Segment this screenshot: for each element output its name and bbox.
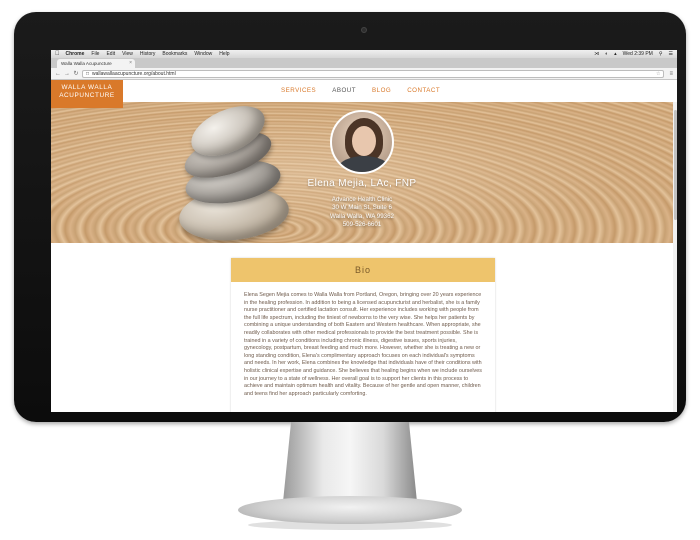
tab-title: Walla Walla Acupuncture — [61, 61, 112, 66]
menu-view[interactable]: View — [122, 51, 133, 57]
menu-history[interactable]: History — [140, 51, 156, 57]
site-header: WALLA WALLA ACUPUNCTURE SERVICES ABOUT B… — [51, 80, 677, 108]
back-icon[interactable]: ← — [55, 71, 61, 77]
apple-icon[interactable]:  — [55, 51, 60, 57]
address-url: wallawallaacupuncture.org/about.html — [92, 70, 176, 77]
stage:  Chrome File Edit View History Bookmark… — [0, 0, 700, 540]
screen:  Chrome File Edit View History Bookmark… — [51, 50, 677, 412]
scrollbar-thumb[interactable] — [673, 110, 677, 220]
avatar-body — [338, 156, 390, 172]
menu-chrome[interactable]: Chrome — [66, 51, 85, 57]
site-logo[interactable]: WALLA WALLA ACUPUNCTURE — [51, 80, 123, 108]
search-icon[interactable]: ⚲ — [659, 51, 663, 57]
practitioner-name: Elena Mejia, LAc, FNP — [307, 178, 417, 189]
nav-services[interactable]: SERVICES — [281, 87, 316, 94]
hero-banner: Elena Mejia, LAc, FNP Advance Health Cli… — [51, 102, 677, 243]
bluetooth-icon[interactable]: ⋊ — [594, 51, 599, 57]
website: WALLA WALLA ACUPUNCTURE SERVICES ABOUT B… — [51, 80, 677, 412]
menu-file[interactable]: File — [91, 51, 99, 57]
logo-line-1: WALLA WALLA — [61, 84, 113, 91]
wifi-icon[interactable]: ◐ — [605, 51, 608, 57]
imac-monitor:  Chrome File Edit View History Bookmark… — [14, 12, 686, 422]
forward-icon[interactable]: → — [64, 71, 70, 77]
phone-number[interactable]: 509-526-6601 — [264, 221, 460, 229]
clinic-address: Advance Health Clinic 30 W Main St, Suit… — [264, 196, 460, 230]
browser-tab[interactable]: Walla Walla Acupuncture × — [57, 59, 135, 68]
volume-icon[interactable]: ▴ — [614, 51, 617, 57]
star-icon[interactable]: ☆ — [656, 71, 660, 77]
avatar-face — [352, 126, 376, 156]
menu-help[interactable]: Help — [219, 51, 229, 57]
camera-icon — [361, 27, 367, 33]
address-line-2: 30 W Main St, Suite 6 — [332, 204, 392, 212]
main-nav: SERVICES ABOUT BLOG CONTACT — [281, 87, 440, 94]
nav-contact[interactable]: CONTACT — [407, 87, 440, 94]
chrome-menu-icon[interactable]: ≡ — [669, 71, 673, 77]
logo-line-2: ACUPUNCTURE — [59, 92, 115, 99]
list-icon[interactable]: ☰ — [669, 51, 673, 57]
nav-blog[interactable]: BLOG — [372, 87, 391, 94]
page-scrollbar[interactable] — [673, 102, 677, 412]
bio-text: Elena Segen Mejia comes to Walla Walla f… — [244, 292, 482, 397]
menu-bookmarks[interactable]: Bookmarks — [162, 51, 187, 57]
bio-card: Bio Elena Segen Mejia comes to Walla Wal… — [231, 258, 495, 412]
tab-strip: Walla Walla Acupuncture × — [51, 58, 677, 68]
menubar-status: ⋊ ◐ ▴ Wed 2:39 PM ⚲ ☰ — [594, 51, 673, 57]
nav-about[interactable]: ABOUT — [332, 87, 356, 94]
mac-menubar:  Chrome File Edit View History Bookmark… — [51, 50, 677, 58]
avatar — [330, 110, 394, 174]
browser-toolbar: ← → ↻ □ wallawallaacupuncture.org/about.… — [51, 68, 677, 80]
address-bar[interactable]: □ wallawallaacupuncture.org/about.html ☆ — [82, 69, 665, 78]
monitor-base — [238, 496, 462, 524]
bio-heading: Bio — [231, 258, 495, 282]
reload-icon[interactable]: ↻ — [73, 70, 79, 77]
address-line-3: Walla Walla, WA 99362 — [330, 212, 394, 220]
page-icon: □ — [86, 70, 90, 77]
menubar-clock[interactable]: Wed 2:39 PM — [623, 51, 653, 57]
menu-edit[interactable]: Edit — [106, 51, 115, 57]
monitor-stand — [283, 422, 417, 502]
close-icon[interactable]: × — [129, 60, 132, 66]
menu-window[interactable]: Window — [194, 51, 212, 57]
